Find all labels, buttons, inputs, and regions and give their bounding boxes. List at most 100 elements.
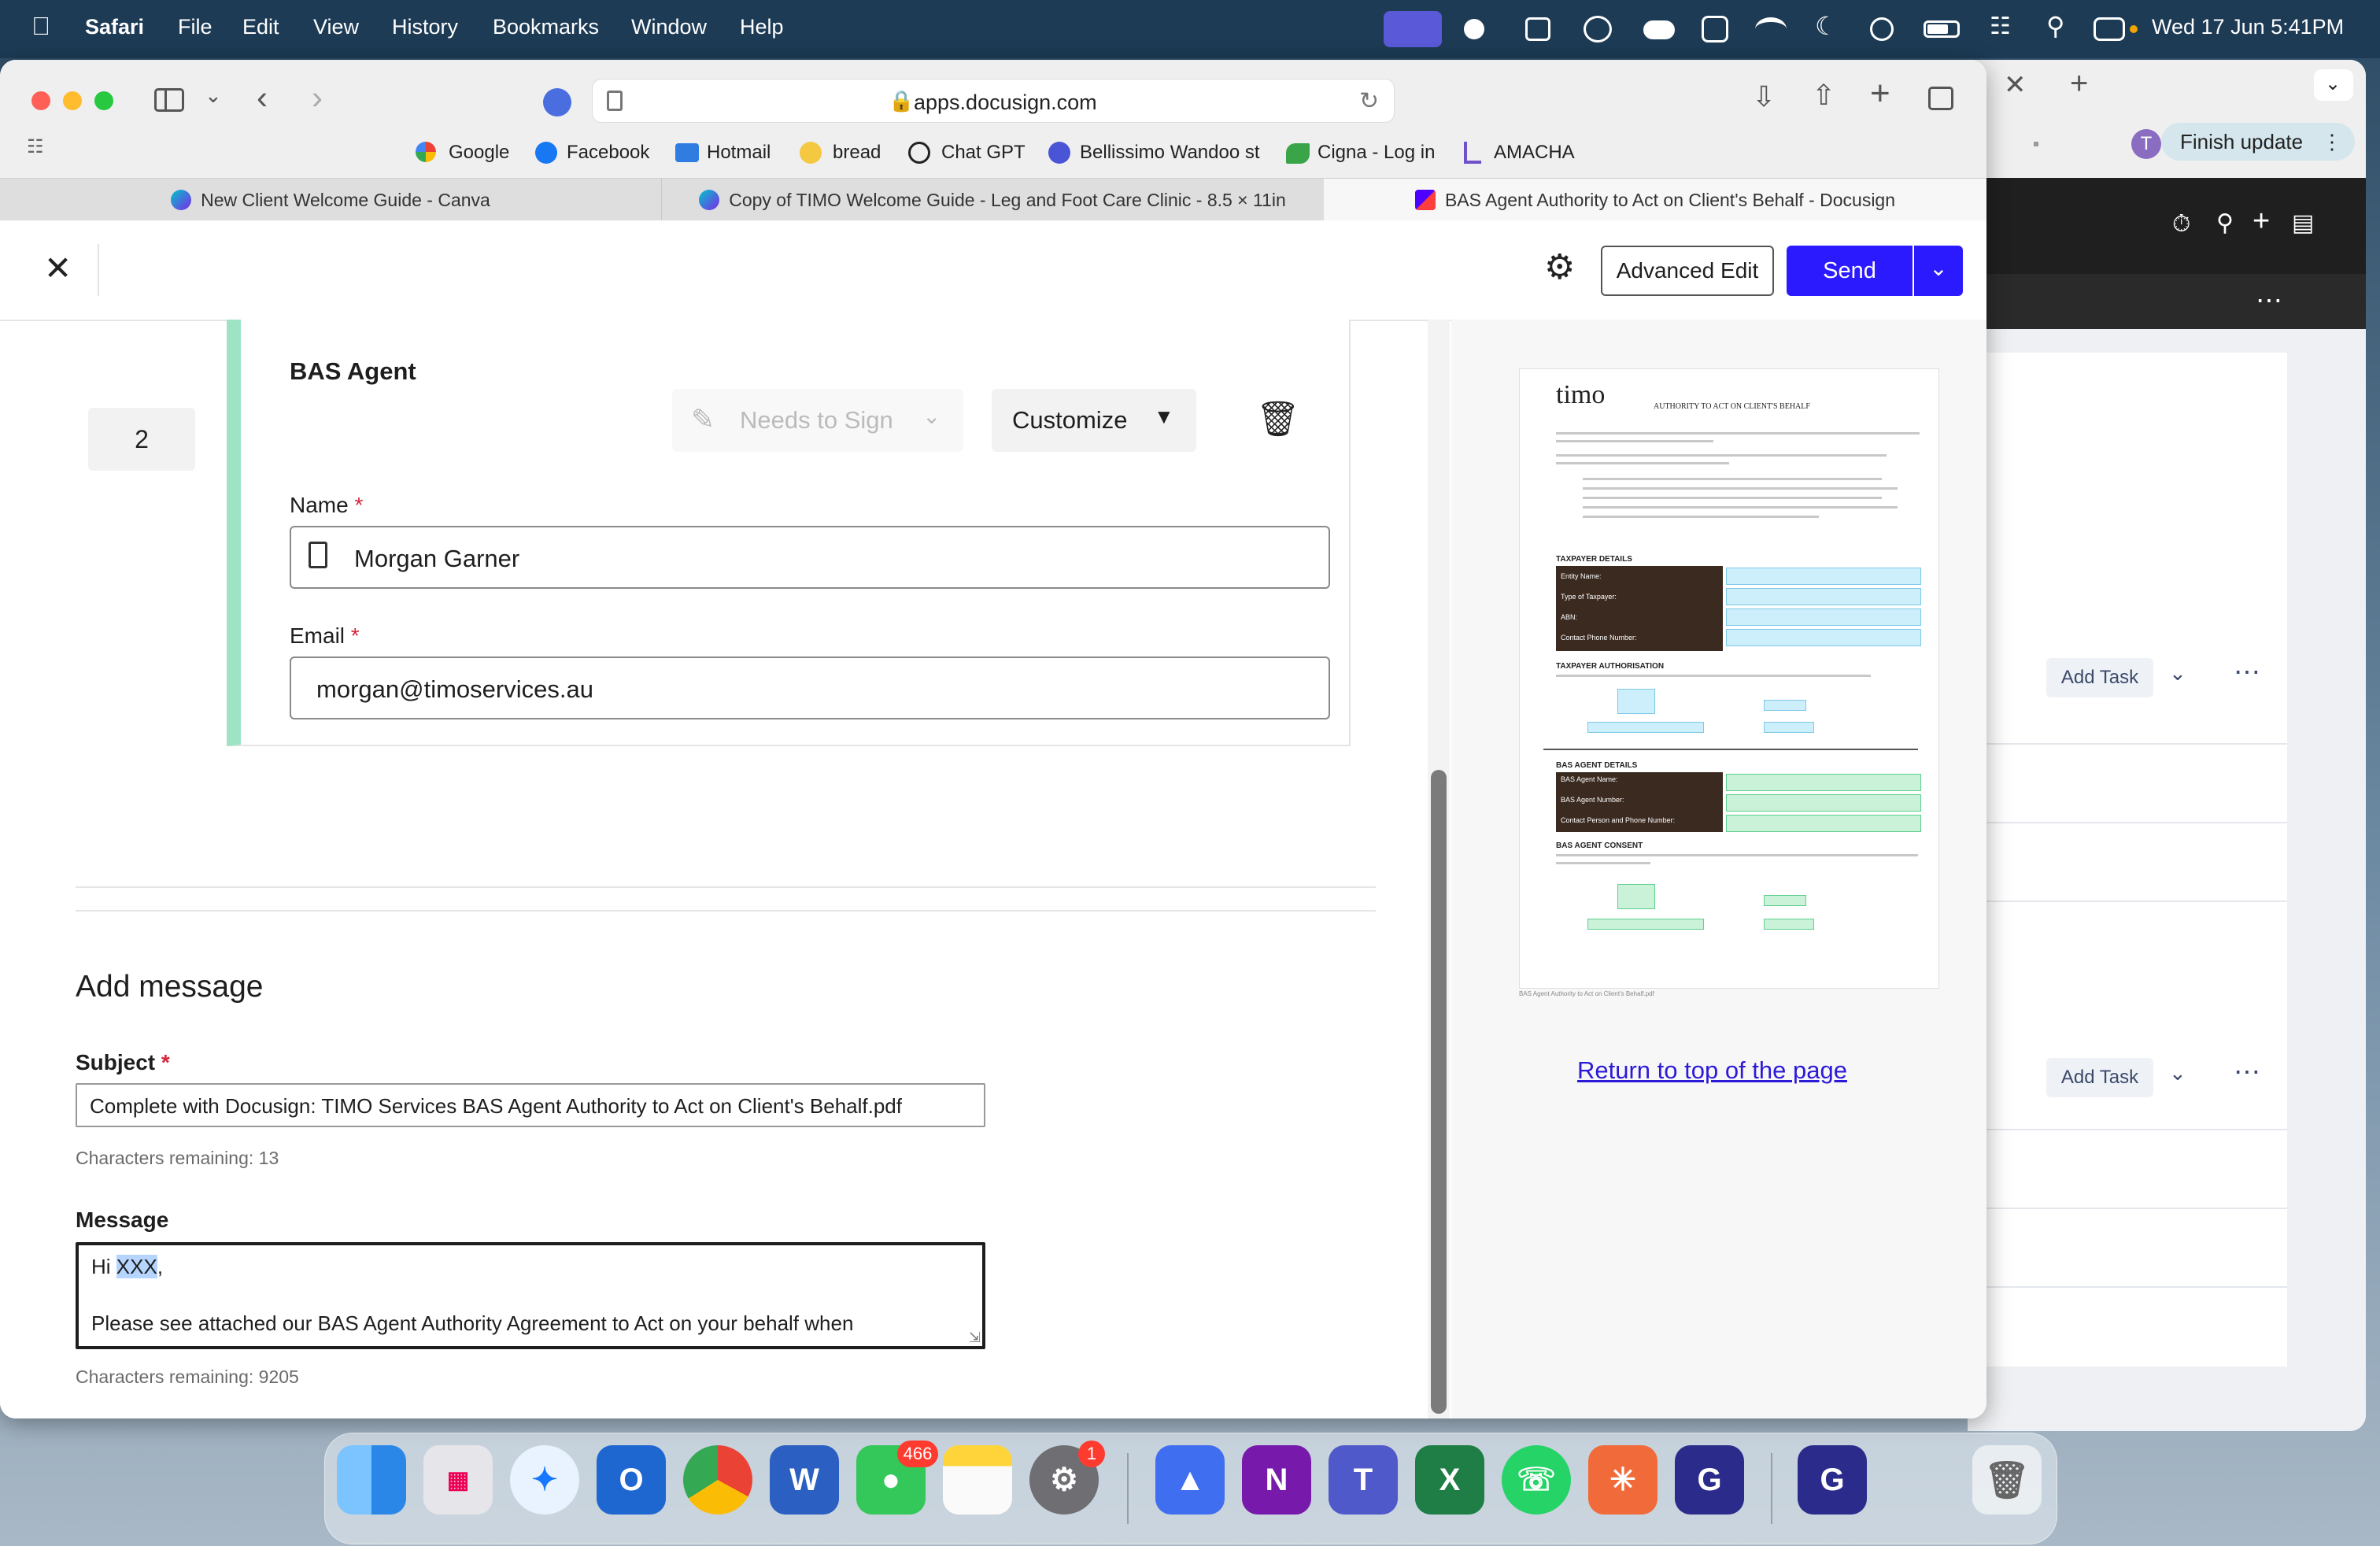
cloud-icon[interactable] (1643, 20, 1675, 39)
forward-icon[interactable]: › (312, 79, 323, 117)
message-field[interactable]: Hi XXX, Please see attached our BAS Agen… (76, 1242, 985, 1349)
nordvpn-icon[interactable]: ▲ (1155, 1445, 1225, 1515)
claude-icon[interactable]: ✳ (1588, 1445, 1658, 1515)
tab-docusign[interactable]: BAS Agent Authority to Act on Client's B… (1324, 179, 1986, 221)
minimize-window-button[interactable] (63, 91, 82, 110)
bookmark-amacha[interactable]: AMACHA (1494, 142, 1575, 164)
recipient-order[interactable]: 2 (88, 408, 195, 471)
menu-file[interactable]: File (178, 15, 213, 39)
finish-update-button[interactable]: Finish update ⋮ (2161, 123, 2355, 161)
advanced-edit-button[interactable]: Advanced Edit (1601, 246, 1774, 296)
gear-icon[interactable]: ⚙ (1544, 247, 1575, 287)
control-center-icon[interactable] (2094, 17, 2125, 41)
teams-icon[interactable]: T (1329, 1445, 1398, 1515)
record-icon[interactable] (1464, 19, 1484, 39)
menu-view[interactable]: View (313, 15, 359, 39)
chrome-icon[interactable] (683, 1445, 752, 1515)
add-task-dropdown-icon[interactable]: ⌄ (2169, 661, 2186, 686)
finder-icon[interactable] (337, 1445, 406, 1515)
menu-app-name[interactable]: Safari (85, 15, 144, 39)
bookmark-facebook[interactable]: Facebook (567, 142, 649, 164)
close-tab-icon[interactable]: ✕ (2004, 69, 2027, 101)
bookmark-cigna[interactable]: Cigna - Log in (1318, 142, 1435, 164)
privacy-icon[interactable] (543, 88, 571, 117)
resize-handle-icon[interactable]: ⇲ (969, 1330, 981, 1346)
menu-edit[interactable]: Edit (242, 15, 279, 39)
bookmark-hotmail[interactable]: Hotmail (707, 142, 771, 164)
zoom-window-button[interactable] (94, 91, 113, 110)
menu-help[interactable]: Help (740, 15, 784, 39)
outlook-icon[interactable]: O (597, 1445, 666, 1515)
new-tab-button[interactable]: + (1870, 74, 1890, 113)
teams-status-icon[interactable] (1702, 16, 1728, 43)
downloads-icon[interactable]: ⇩ (1752, 80, 1776, 113)
bookmark-google[interactable]: Google (449, 142, 509, 164)
document-thumbnail[interactable]: timo AUTHORITY TO ACT ON CLIENT'S BEHALF… (1519, 368, 1939, 989)
apple-icon[interactable]:  (31, 12, 50, 41)
contacts-icon[interactable] (309, 542, 327, 568)
return-to-top-link[interactable]: Return to top of the page (1577, 1056, 1847, 1085)
card-more-icon-2[interactable]: ⋯ (2234, 1056, 2260, 1088)
page-icon[interactable] (607, 91, 623, 111)
tab-canva-welcome[interactable]: New Client Welcome Guide - Canva (0, 179, 662, 221)
trash-icon[interactable]: 🗑 (1256, 398, 1300, 439)
chevron-down-icon[interactable]: ⌄ (205, 83, 222, 108)
status-app-icon[interactable] (1525, 17, 1550, 41)
onenote-icon[interactable]: N (1242, 1445, 1311, 1515)
menubar-clock[interactable]: Wed 17 Jun 5:41PM (2152, 15, 2344, 39)
share-icon[interactable]: ⇧ (1812, 79, 1835, 112)
add-task-dropdown-icon-2[interactable]: ⌄ (2169, 1061, 2186, 1086)
add-task-button[interactable]: Add Task (2046, 658, 2153, 697)
recent-app-icon[interactable]: G (1798, 1445, 1867, 1515)
vpn-icon[interactable] (1584, 16, 1612, 43)
notes-icon[interactable]: ▤ (2292, 209, 2314, 237)
customize-dropdown[interactable]: Customize ▼ (992, 389, 1196, 452)
profile-avatar[interactable]: T (2131, 129, 2161, 159)
spotlight-icon[interactable]: ⚲ (2046, 11, 2064, 41)
name-field[interactable]: Morgan Garner (290, 526, 1330, 589)
send-button[interactable]: Send (1787, 246, 1913, 296)
menu-window[interactable]: Window (631, 15, 707, 39)
trash-icon[interactable]: 🗑 (1972, 1445, 2042, 1515)
sidebar-toggle-icon[interactable] (154, 88, 184, 112)
timer-icon[interactable]: ⏱ (2172, 211, 2190, 238)
more-horizontal-icon[interactable]: ⋯ (2256, 285, 2282, 316)
tab-overview-icon[interactable] (1928, 87, 1953, 110)
extension-icon[interactable] (2034, 142, 2038, 146)
excel-icon[interactable]: X (1415, 1445, 1484, 1515)
bookmark-bread[interactable]: bread (833, 142, 881, 164)
reload-icon[interactable]: ↻ (1359, 87, 1379, 115)
menu-history[interactable]: History (392, 15, 458, 39)
card-more-icon[interactable]: ⋯ (2234, 656, 2260, 688)
address-bar[interactable]: 🔒 apps.docusign.com ↻ (592, 79, 1395, 123)
search-icon[interactable]: ⚲ (2216, 209, 2234, 237)
moon-icon[interactable]: ☾ (1815, 11, 1838, 41)
user-icon[interactable] (1870, 17, 1894, 41)
wifi-icon[interactable]: ☷ (1990, 13, 2011, 40)
whatsapp-icon[interactable]: ☏ (1502, 1445, 1571, 1515)
role-dropdown[interactable]: ✎ Needs to Sign ⌄ (672, 389, 963, 452)
screen-share-icon[interactable] (1384, 11, 1442, 47)
close-icon[interactable]: ✕ (44, 249, 72, 287)
tab-canva-timo[interactable]: Copy of TIMO Welcome Guide - Leg and Foo… (661, 179, 1325, 221)
subject-field[interactable]: Complete with Docusign: TIMO Services BA… (76, 1083, 985, 1127)
bookmark-bellissimo[interactable]: Bellissimo Wandoo st (1080, 142, 1260, 164)
bookmark-chatgpt[interactable]: Chat GPT (941, 142, 1026, 164)
send-dropdown-button[interactable]: ⌄ (1914, 246, 1963, 296)
add-icon[interactable]: + (2252, 205, 2270, 239)
back-icon[interactable]: ‹ (257, 79, 268, 117)
new-tab-icon[interactable]: + (2070, 66, 2088, 102)
notes-icon[interactable] (943, 1445, 1012, 1515)
gemini-app-icon[interactable]: G (1675, 1445, 1744, 1515)
word-icon[interactable]: W (770, 1445, 839, 1515)
battery-icon[interactable] (1924, 20, 1960, 38)
scrollbar-thumb[interactable] (1431, 770, 1447, 1414)
tab-overview-button[interactable]: ⌄ (2314, 69, 2353, 101)
grid-icon[interactable]: ☷ (27, 135, 44, 158)
close-window-button[interactable] (31, 91, 50, 110)
nordvpn-icon[interactable] (1755, 17, 1787, 41)
email-field[interactable]: morgan@timoservices.au (290, 656, 1330, 719)
add-task-button-2[interactable]: Add Task (2046, 1058, 2153, 1097)
launchpad-icon[interactable]: ▦ (423, 1445, 493, 1515)
menu-bookmarks[interactable]: Bookmarks (493, 15, 599, 39)
